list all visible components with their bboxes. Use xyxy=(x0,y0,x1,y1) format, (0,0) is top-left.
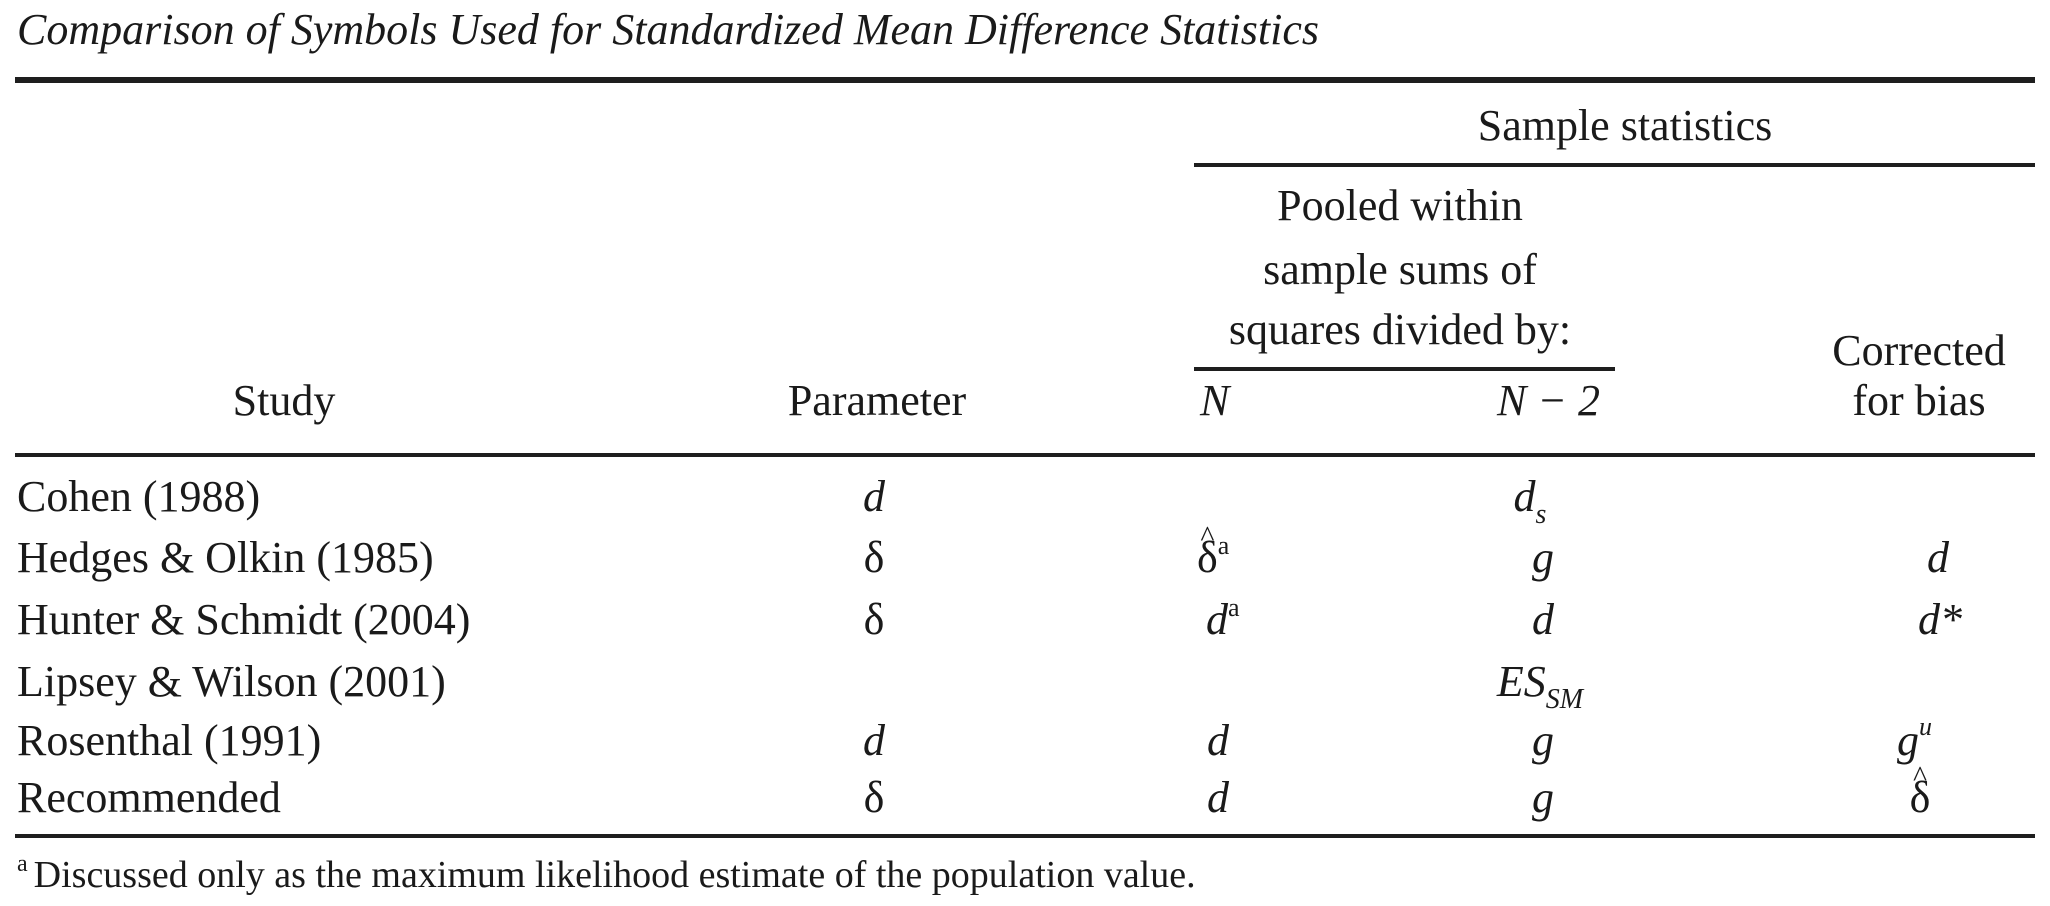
pooled-rule xyxy=(1194,367,1615,371)
cell-parameter: δ xyxy=(863,595,885,644)
cell-parameter: d xyxy=(863,472,885,521)
cell-corrected: d xyxy=(1927,533,1949,582)
cell-n: d xyxy=(1207,716,1229,765)
header-study: Study xyxy=(232,376,336,425)
header-pooled-line-2: sample sums of xyxy=(1263,245,1537,294)
symbol: ES xyxy=(1496,657,1546,706)
sample-statistics-rule xyxy=(1194,163,2035,167)
header-parameter: Parameter xyxy=(787,376,967,425)
cell-study: Hunter & Schmidt (2004) xyxy=(17,595,471,644)
bottom-rule xyxy=(15,834,2035,838)
footnote-marker: a xyxy=(1217,531,1230,560)
symbol: d xyxy=(1206,595,1228,644)
header-pooled-line-1: Pooled within xyxy=(1277,181,1523,230)
cell-corrected: δ xyxy=(1910,776,1931,820)
cell-pooled: ESSM xyxy=(1496,657,1583,714)
top-rule xyxy=(15,77,2035,83)
cell-study: Lipsey & Wilson (2001) xyxy=(17,657,446,706)
header-sample-statistics: Sample statistics xyxy=(1477,101,1773,150)
cell-n: δa xyxy=(1197,533,1229,580)
header-pooled-line-3: squares divided by: xyxy=(1228,305,1572,354)
superscript: u xyxy=(1919,712,1932,741)
table-title: Comparison of Symbols Used for Standardi… xyxy=(17,5,1319,54)
cell-corrected: gu xyxy=(1897,714,1932,765)
cell-study: Hedges & Olkin (1985) xyxy=(17,533,434,582)
cell-parameter: δ xyxy=(863,533,885,582)
cell-parameter: δ xyxy=(863,773,885,822)
footnote: a Discussed only as the maximum likelihoo… xyxy=(17,852,1196,896)
subscript: s xyxy=(1535,499,1547,530)
cell-n-minus-2: d xyxy=(1532,595,1554,644)
cell-n: d xyxy=(1207,773,1229,822)
header-corrected-line-2: for bias xyxy=(1852,376,1986,425)
header-n: N xyxy=(1200,376,1230,425)
subscript: SM xyxy=(1545,684,1584,715)
cell-n: da xyxy=(1206,595,1240,644)
header-bottom-rule xyxy=(15,453,2035,457)
cell-corrected: d* xyxy=(1918,595,1962,644)
footnote-text: Discussed only as the maximum likelihood… xyxy=(33,854,1196,896)
header-corrected-line-1: Corrected xyxy=(1832,326,2006,375)
cell-n-minus-2: g xyxy=(1532,533,1554,582)
delta-hat-symbol: δ xyxy=(1910,776,1931,820)
cell-parameter: d xyxy=(863,716,885,765)
symbol: d xyxy=(1513,472,1536,521)
symbol: g xyxy=(1897,716,1919,765)
cell-n-minus-2: g xyxy=(1532,716,1554,765)
delta-hat-symbol: δ xyxy=(1197,536,1218,580)
footnote-marker: a xyxy=(17,851,28,877)
cell-n-minus-2: g xyxy=(1532,773,1554,822)
cell-study: Rosenthal (1991) xyxy=(17,716,322,765)
cell-study: Recommended xyxy=(17,773,281,822)
cell-pooled: ds xyxy=(1513,472,1547,529)
cell-study: Cohen (1988) xyxy=(17,472,261,521)
footnote-marker: a xyxy=(1228,593,1240,622)
header-n-minus-2: N − 2 xyxy=(1496,376,1600,425)
